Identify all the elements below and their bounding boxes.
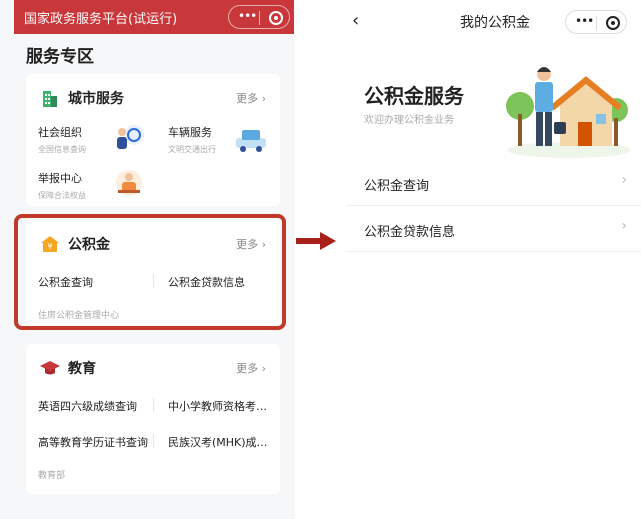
more-link[interactable]: 更多 › [236, 360, 266, 376]
target-icon[interactable] [606, 16, 620, 30]
arrow-right-icon [296, 232, 336, 250]
item-label: 公积金查询 [364, 179, 430, 194]
service-subtitle: 全国信息查询 [38, 145, 86, 154]
service-title[interactable]: 车辆服务 [168, 124, 212, 140]
section-title: 服务专区 [26, 47, 94, 67]
divider [153, 434, 154, 448]
fund-loan-item[interactable]: 公积金贷款信息 › [346, 206, 641, 252]
capsule-separator [259, 11, 260, 25]
city-service-card: 城市服务 更多 › 社会组织 全国信息查询 车辆服务 文明交通出行 举报中心 保… [26, 74, 280, 206]
app-title: 国家政务服务平台(试运行) [24, 12, 178, 27]
vehicle-illustration [236, 130, 266, 152]
back-icon[interactable]: ‹ [352, 10, 359, 31]
building-icon [43, 91, 57, 107]
service-title[interactable]: 举报中心 [38, 170, 82, 186]
service-subtitle: 保障合法权益 [38, 191, 86, 200]
target-icon[interactable] [269, 11, 283, 25]
edu-item[interactable]: 英语四六级成绩查询 [38, 398, 137, 414]
nav-title: 我的公积金 [460, 15, 530, 31]
card-title: 教育 [68, 361, 96, 377]
hero-title: 公积金服务 [364, 84, 464, 108]
more-label: 更多 [236, 92, 259, 105]
education-card: 教育 更多 › 英语四六级成绩查询 中小学教师资格考… 高等教育学历证书查询 民… [26, 344, 280, 494]
report-illustration [116, 170, 142, 196]
graduation-cap-icon [40, 361, 60, 375]
hero-illustration [506, 67, 631, 158]
chevron-right-icon: › [621, 172, 627, 188]
card-title: 城市服务 [68, 91, 124, 107]
right-panel: ‹ 我的公积金 ••• 公积金服务 欢迎办理公积金业务 公积金查询 › 公积金贷… [346, 0, 641, 519]
edu-item[interactable]: 中小学教师资格考… [168, 398, 267, 414]
top-bar: 国家政务服务平台(试运行) ••• [14, 0, 294, 34]
social-org-illustration [117, 125, 144, 149]
more-link[interactable]: 更多 › [236, 90, 266, 106]
capsule-menu[interactable]: ••• [228, 5, 290, 29]
item-label: 公积金贷款信息 [364, 225, 456, 240]
divider [153, 398, 154, 412]
fund-query-item[interactable]: 公积金查询 › [346, 160, 641, 206]
more-dots-icon[interactable]: ••• [575, 14, 594, 28]
left-panel: 国家政务服务平台(试运行) ••• 服务专区 城市服务 更多 › 社会组织 全国… [0, 0, 295, 519]
chevron-right-icon: › [261, 92, 266, 105]
capsule-separator [596, 16, 597, 30]
hero-subtitle: 欢迎办理公积金业务 [364, 115, 454, 126]
chevron-right-icon: › [261, 362, 266, 375]
more-label: 更多 [236, 362, 259, 375]
card-footer: 教育部 [38, 471, 66, 481]
highlight-box [14, 214, 286, 330]
capsule-menu[interactable]: ••• [565, 10, 627, 34]
edu-item[interactable]: 高等教育学历证书查询 [38, 434, 148, 450]
service-title[interactable]: 社会组织 [38, 124, 82, 140]
edu-item[interactable]: 民族汉考(MHK)成… [168, 434, 268, 450]
service-subtitle: 文明交通出行 [168, 145, 216, 154]
chevron-right-icon: › [621, 218, 627, 234]
more-dots-icon[interactable]: ••• [238, 9, 257, 23]
